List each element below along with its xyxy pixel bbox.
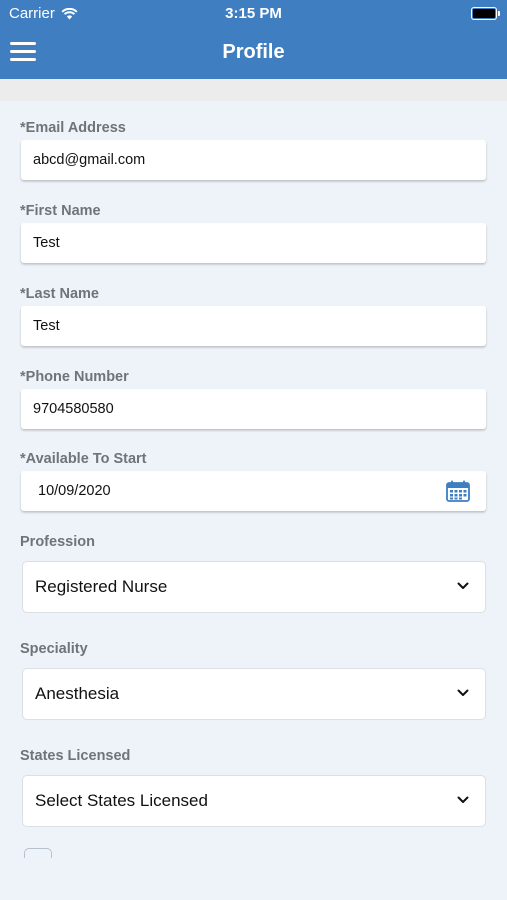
chevron-down-icon (457, 582, 469, 589)
speciality-label: Speciality (20, 641, 88, 657)
available-label: *Available To Start (20, 451, 147, 467)
bottom-area (0, 858, 507, 900)
nav-bar: Profile (0, 28, 507, 79)
email-value: abcd@gmail.com (33, 152, 146, 168)
speciality-select[interactable]: Anesthesia (22, 668, 486, 720)
states-licensed-value: Select States Licensed (35, 791, 208, 810)
status-bar: Carrier 3:15 PM (0, 0, 507, 28)
first-name-label: *First Name (20, 203, 101, 219)
battery-icon (471, 7, 500, 20)
states-licensed-label: States Licensed (20, 748, 131, 764)
calendar-icon[interactable] (446, 480, 470, 502)
phone-label: *Phone Number (20, 369, 129, 385)
chevron-down-icon (457, 796, 469, 803)
speciality-value: Anesthesia (35, 684, 120, 703)
available-date-field[interactable]: 10/09/2020 (21, 471, 486, 511)
last-name-field[interactable]: Test (21, 306, 486, 346)
profession-label: Profession (20, 534, 95, 550)
last-name-label: *Last Name (20, 286, 99, 302)
states-licensed-select[interactable]: Select States Licensed (22, 775, 486, 827)
first-name-field[interactable]: Test (21, 223, 486, 263)
header-divider (0, 79, 507, 101)
email-field[interactable]: abcd@gmail.com (21, 140, 486, 180)
available-date-value: 10/09/2020 (38, 483, 111, 499)
page-title: Profile (222, 41, 285, 63)
profession-value: Registered Nurse (35, 577, 168, 596)
phone-field[interactable]: 9704580580 (21, 389, 486, 429)
profession-select[interactable]: Registered Nurse (22, 561, 486, 613)
chevron-down-icon (457, 689, 469, 696)
email-label: *Email Address (20, 120, 126, 136)
first-name-value: Test (33, 235, 60, 251)
status-time: 3:15 PM (225, 5, 282, 22)
phone-value: 9704580580 (33, 401, 114, 417)
last-name-value: Test (33, 318, 60, 334)
